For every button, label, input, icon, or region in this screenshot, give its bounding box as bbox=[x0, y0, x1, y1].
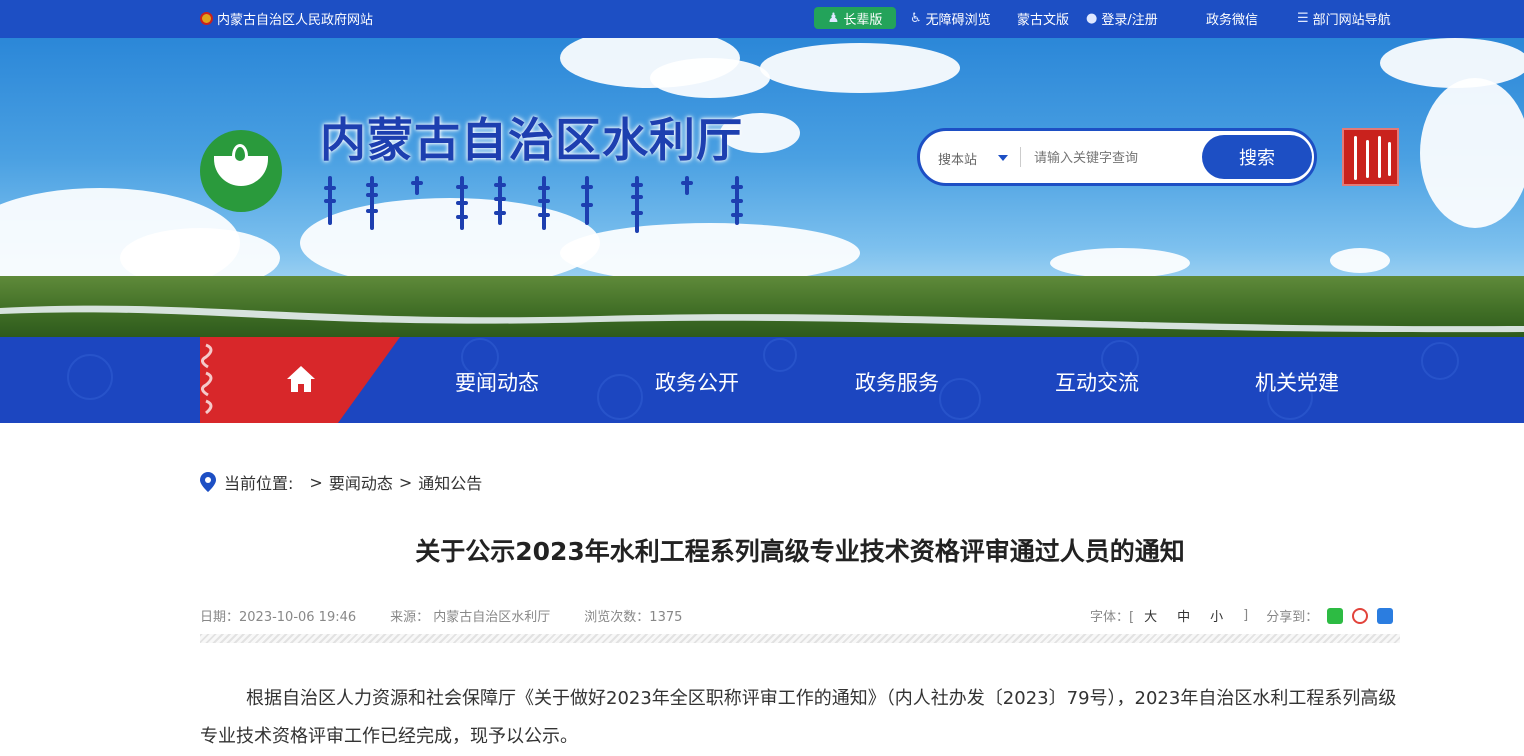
article-source: 来源： 内蒙古自治区水利厅 bbox=[390, 610, 551, 625]
article-title: 关于公示2023年水利工程系列高级专业技术资格评审通过人员的通知 bbox=[415, 537, 1185, 566]
cloud bbox=[1050, 248, 1190, 278]
nav-item-party[interactable]: 机关党建 bbox=[1255, 367, 1339, 397]
article-meta: 日期：2023-10-06 19:46 来源： 内蒙古自治区水利厅 浏览次数：1… bbox=[200, 606, 682, 625]
accessible-browse-label: 无障碍浏览 bbox=[925, 13, 991, 28]
login-register-link[interactable]: ● 登录/注册 bbox=[1086, 9, 1158, 28]
article-date: 日期：2023-10-06 19:46 bbox=[200, 610, 357, 625]
bureau-logo[interactable] bbox=[200, 130, 282, 212]
seal-stroke bbox=[1378, 136, 1381, 178]
mongolian-seal-logo[interactable] bbox=[1342, 128, 1399, 186]
accessible-browse-link[interactable]: ♿ 无障碍浏览 bbox=[910, 9, 991, 28]
top-bar: 内蒙古自治区人民政府网站 ♟ 长辈版 ♿ 无障碍浏览 蒙古文版 ● 登录/注册 … bbox=[0, 0, 1524, 38]
search-input[interactable] bbox=[1032, 143, 1196, 173]
meta-divider bbox=[200, 634, 1400, 643]
search-button[interactable]: 搜索 bbox=[1202, 135, 1312, 179]
font-size-bracket: ] bbox=[1243, 608, 1249, 623]
nav-item-gov-services[interactable]: 政务服务 bbox=[855, 367, 939, 397]
article-tools: 字体：[ 大 中 小 ] 分享到： bbox=[1090, 606, 1394, 625]
national-emblem-icon bbox=[200, 12, 213, 25]
person-icon: ♟ bbox=[827, 10, 840, 26]
menu-icon: ☰ bbox=[1297, 11, 1309, 26]
wechat-share-icon[interactable] bbox=[1327, 607, 1344, 624]
search-scope-select[interactable]: 搜本站 bbox=[938, 149, 977, 168]
cloud bbox=[650, 58, 770, 98]
gov-site-link[interactable]: 内蒙古自治区人民政府网站 bbox=[200, 9, 373, 28]
nav-item-gov-affairs[interactable]: 政务公开 bbox=[655, 367, 739, 397]
breadcrumb-separator: > bbox=[309, 472, 323, 492]
gov-wechat-link[interactable]: 政务微信 bbox=[1206, 9, 1258, 28]
wheelchair-icon: ♿ bbox=[910, 11, 922, 26]
user-icon: ● bbox=[1086, 11, 1098, 26]
seal-stroke bbox=[1354, 136, 1357, 180]
share-label: 分享到： bbox=[1266, 610, 1319, 625]
river bbox=[0, 305, 1524, 333]
main-nav: 要闻动态 政务公开 政务服务 互动交流 机关党建 bbox=[0, 337, 1524, 423]
seal-stroke bbox=[1388, 142, 1391, 176]
cloud bbox=[1330, 248, 1390, 273]
search-divider bbox=[1020, 147, 1021, 167]
login-register-label: 登录/注册 bbox=[1101, 13, 1158, 28]
mongolian-version-link[interactable]: 蒙古文版 bbox=[1017, 9, 1069, 28]
chevron-down-icon[interactable] bbox=[998, 155, 1008, 161]
gov-wechat-label: 政务微信 bbox=[1206, 13, 1259, 28]
cloud bbox=[760, 43, 960, 93]
mongolian-script-title bbox=[324, 176, 743, 233]
breadcrumb-label: 当前位置: bbox=[224, 474, 294, 493]
location-pin-icon bbox=[200, 472, 216, 492]
elder-mode-label: 长辈版 bbox=[843, 12, 883, 28]
gov-site-label: 内蒙古自治区人民政府网站 bbox=[217, 13, 374, 28]
breadcrumb: 当前位置: > 要闻动态 > 通知公告 bbox=[200, 470, 488, 494]
dept-nav-label: 部门网站导航 bbox=[1312, 13, 1391, 28]
dept-nav-link[interactable]: ☰ 部门网站导航 bbox=[1297, 9, 1391, 28]
mongolian-version-label: 蒙古文版 bbox=[1017, 13, 1070, 28]
header-banner: 内蒙古自治区水利厅 搜本站 搜索 bbox=[0, 38, 1524, 337]
elder-mode-button[interactable]: ♟ 长辈版 bbox=[814, 7, 896, 29]
water-drop-icon bbox=[232, 144, 248, 164]
article-views: 浏览次数：1375 bbox=[584, 610, 683, 625]
article-body: 根据自治区人力资源和社会保障厅《关于做好2023年全区职称评审工作的通知》（内人… bbox=[200, 688, 1397, 747]
nav-item-interaction[interactable]: 互动交流 bbox=[1055, 367, 1139, 397]
home-icon[interactable] bbox=[286, 364, 316, 394]
site-search-box: 搜本站 搜索 bbox=[917, 128, 1317, 186]
qzone-share-icon[interactable] bbox=[1377, 607, 1394, 624]
font-large-button[interactable]: 大 bbox=[1144, 606, 1157, 625]
breadcrumb-separator: > bbox=[398, 472, 413, 492]
font-size-label: 字体：[ bbox=[1090, 610, 1135, 625]
breadcrumb-item-news[interactable]: 要闻动态 bbox=[329, 470, 393, 494]
font-small-button[interactable]: 小 bbox=[1210, 606, 1223, 625]
seal-stroke bbox=[1366, 140, 1369, 178]
nav-item-news[interactable]: 要闻动态 bbox=[455, 367, 539, 397]
cloud bbox=[1420, 78, 1524, 228]
cloud bbox=[1380, 38, 1524, 88]
breadcrumb-item-notices[interactable]: 通知公告 bbox=[418, 470, 482, 494]
site-title: 内蒙古自治区水利厅 bbox=[320, 113, 743, 167]
weibo-share-icon[interactable] bbox=[1352, 607, 1369, 624]
font-medium-button[interactable]: 中 bbox=[1177, 606, 1190, 625]
